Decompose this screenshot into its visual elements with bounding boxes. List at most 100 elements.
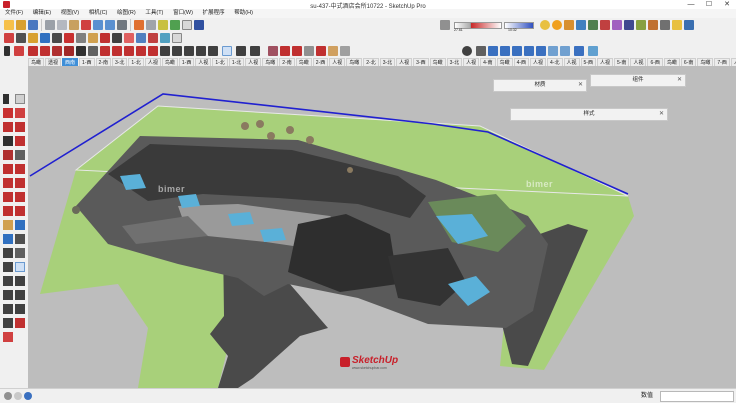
scene-tab[interactable]: 2-南 [279,58,295,66]
follow-me-tool-icon[interactable] [15,192,25,202]
select-arrow-icon[interactable] [4,46,10,56]
scene-tab[interactable]: 人视 [630,58,647,66]
scene-tab[interactable]: 3-西 [413,58,429,66]
follow-me-icon[interactable] [100,33,110,43]
menu-edit[interactable]: 编辑(E) [30,9,54,18]
zoom-window-icon[interactable] [196,46,206,56]
sandbox-icon[interactable] [588,46,598,56]
scene-tab[interactable]: 人视 [329,58,346,66]
scene-tab[interactable]: 1-北 [128,58,144,66]
scene-tab[interactable]: 3-北 [379,58,396,66]
monochrome-icon[interactable] [340,46,350,56]
paste-icon[interactable] [69,20,79,30]
walk-icon[interactable] [222,46,232,56]
select-icon[interactable] [3,94,9,104]
previous-view-icon[interactable] [3,290,13,300]
style-icon[interactable] [146,20,156,30]
maximize-button[interactable]: ☐ [700,0,718,9]
polygon-tool-icon[interactable] [88,46,98,56]
box-icon[interactable] [182,20,192,30]
back-view-icon[interactable] [512,46,522,56]
scale-tool-icon[interactable] [136,46,146,56]
materials-panel[interactable]: 材质 ✕ [493,79,587,92]
move-icon[interactable] [3,178,13,188]
cut-icon[interactable] [45,20,55,30]
scene-tab[interactable]: 鸟瞰 [496,58,513,66]
iso-view-icon[interactable] [172,33,182,43]
menu-camera[interactable]: 相机(C) [86,9,111,18]
scene-tab[interactable]: 1-北 [212,58,228,66]
rotate-tool-icon[interactable] [124,46,134,56]
push-pull-tool-icon[interactable] [15,178,25,188]
scene-tab[interactable]: 人视 [530,58,547,66]
scene-tab[interactable]: 6-南 [680,58,697,66]
scale-icon[interactable] [3,206,13,216]
position-icon[interactable] [3,304,13,314]
axes-icon[interactable] [52,33,62,43]
components-close-icon[interactable]: ✕ [677,75,682,86]
scene-tab[interactable]: 鸟瞰 [295,58,312,66]
bulb-icon[interactable] [672,20,682,30]
red-tool-icon[interactable] [3,332,13,342]
pan-icon[interactable] [172,46,182,56]
circle-tool-icon[interactable] [64,46,74,56]
close-button[interactable]: ✕ [718,0,736,9]
trim-icon[interactable] [160,33,170,43]
scene-tab[interactable]: 3-北 [446,58,463,66]
section-plane-icon[interactable] [64,33,74,43]
scene-tab[interactable]: 7-西 [714,58,730,66]
paint-bucket-icon[interactable] [134,20,144,30]
scene-tab[interactable]: 1-西 [178,58,195,66]
union-icon[interactable] [136,33,146,43]
menu-extensions[interactable]: 扩展程序 [200,9,228,18]
wireframe-icon[interactable] [292,46,302,56]
rotated-rect-icon[interactable] [15,136,25,146]
subtract-icon[interactable] [148,33,158,43]
left-view-icon[interactable] [524,46,534,56]
new-file-icon[interactable] [4,20,14,30]
rect-icon[interactable] [3,136,13,146]
look-around-icon[interactable] [236,46,246,56]
axes-tool-icon[interactable] [3,248,13,258]
zoom-icon[interactable] [184,46,194,56]
front-view-icon[interactable] [488,46,498,56]
walk-tool-icon[interactable] [3,318,13,328]
pie-icon[interactable] [15,164,25,174]
protractor-tool-icon[interactable] [3,234,13,244]
circle-icon[interactable] [3,150,13,160]
section-icon[interactable] [15,318,25,328]
scene-tab[interactable]: 5-西 [580,58,596,66]
pencil-icon[interactable] [3,122,13,132]
polygon-icon[interactable] [15,150,25,160]
styles-close-icon[interactable]: ✕ [659,109,664,120]
undo-icon[interactable] [93,20,103,30]
scene-tab[interactable]: 人视 [563,58,580,66]
zoom-window-tool-icon[interactable] [15,276,25,286]
hidden-line-icon[interactable] [304,46,314,56]
scene-tab[interactable]: 人视 [144,58,161,66]
styles-panel[interactable]: 样式 ✕ [510,108,668,121]
shaded-icon[interactable] [316,46,326,56]
scene-tab[interactable]: 鸟瞰 [28,58,45,66]
offset-icon[interactable] [15,206,25,216]
terrain-icon[interactable] [636,20,646,30]
scene-tab[interactable]: 6-西 [647,58,663,66]
scene-tab[interactable]: 1-西 [79,58,95,66]
push-pull-icon[interactable] [100,46,110,56]
open-folder-icon[interactable] [16,20,26,30]
rectangle-tool-icon[interactable] [76,46,86,56]
scene-tab[interactable]: 1-北 [228,58,245,66]
scene-tab[interactable]: 人视 [245,58,262,66]
back-edges-icon[interactable] [280,46,290,56]
scene-tab[interactable]: 2-南 [95,58,111,66]
move-tool-icon[interactable] [112,46,122,56]
copy-icon[interactable] [57,20,67,30]
scene-tab[interactable]: 鸟瞰 [697,58,714,66]
orbit-icon[interactable] [160,46,170,56]
solid-tools-icon[interactable] [112,33,122,43]
scene-tab[interactable]: 鸟瞰 [346,58,363,66]
layers-icon[interactable] [194,20,204,30]
parallel-icon[interactable] [560,46,570,56]
right-view-icon[interactable] [500,46,510,56]
geo-location-icon[interactable] [4,392,12,400]
